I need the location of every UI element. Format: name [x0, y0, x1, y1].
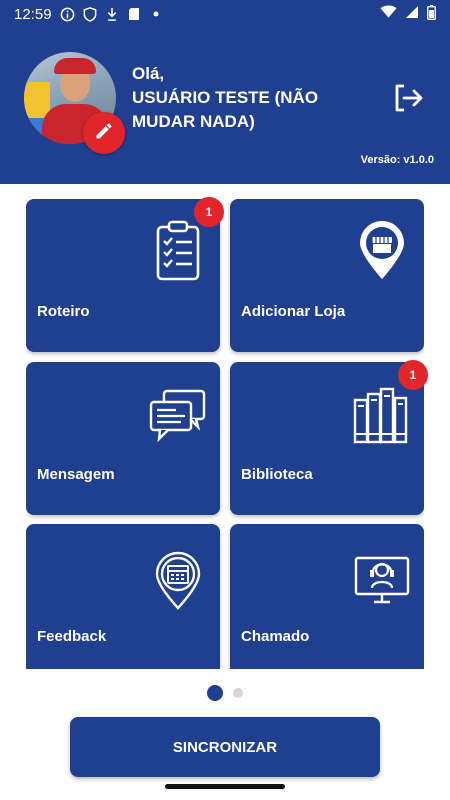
pencil-icon: [94, 121, 114, 146]
menu-grid: Roteiro Adicionar Loja Mensagem Bibliote…: [26, 199, 424, 669]
edit-avatar-button[interactable]: [83, 112, 125, 154]
info-icon: [60, 6, 76, 22]
app-version: Versão: v1.0.0: [360, 154, 434, 166]
card-label: Biblioteca: [241, 466, 313, 483]
greeting-block: Olá, USUÁRIO TESTE (NÃO MUDAR NADA): [132, 62, 382, 134]
card-mensagem[interactable]: Mensagem: [26, 362, 220, 515]
logout-icon: [392, 84, 424, 118]
notification-badge-roteiro: 1: [194, 197, 224, 227]
status-time: 12:59: [14, 5, 52, 23]
sync-button[interactable]: SINCRONIZAR: [70, 717, 380, 777]
books-icon: [352, 386, 412, 450]
dot-icon: [148, 6, 164, 22]
chat-bubbles-icon: [148, 388, 208, 452]
sd-card-icon: [126, 6, 142, 22]
page-indicator[interactable]: [0, 685, 450, 701]
gesture-home-bar[interactable]: [165, 784, 285, 789]
calendar-pin-icon: [148, 550, 208, 614]
card-roteiro[interactable]: Roteiro: [26, 199, 220, 352]
page-dot[interactable]: [233, 688, 243, 698]
card-feedback[interactable]: Feedback: [26, 524, 220, 669]
profile-header: Olá, USUÁRIO TESTE (NÃO MUDAR NADA) Vers…: [0, 28, 450, 184]
wifi-icon: [380, 5, 397, 23]
card-label: Roteiro: [37, 303, 90, 320]
battery-icon: [426, 4, 436, 24]
clipboard-checklist-icon: [148, 219, 208, 283]
signal-icon: [405, 5, 419, 23]
greeting-text: Olá,: [132, 64, 165, 83]
support-headset-icon: [352, 550, 412, 614]
notification-badge-biblioteca: 1: [398, 360, 428, 390]
card-biblioteca[interactable]: Biblioteca: [230, 362, 424, 515]
card-label: Mensagem: [37, 466, 115, 483]
card-label: Chamado: [241, 628, 310, 645]
logout-button[interactable]: [392, 82, 424, 114]
card-label: Feedback: [37, 628, 107, 645]
shield-icon: [82, 6, 98, 22]
card-chamado[interactable]: Chamado: [230, 524, 424, 669]
download-icon: [104, 6, 120, 22]
page-dot-active[interactable]: [207, 685, 223, 701]
user-name: USUÁRIO TESTE (NÃO MUDAR NADA): [132, 88, 319, 131]
store-pin-icon: [352, 219, 412, 283]
card-label: Adicionar Loja: [241, 303, 346, 320]
card-adicionar-loja[interactable]: Adicionar Loja: [230, 199, 424, 352]
status-bar: 12:59: [0, 0, 450, 28]
